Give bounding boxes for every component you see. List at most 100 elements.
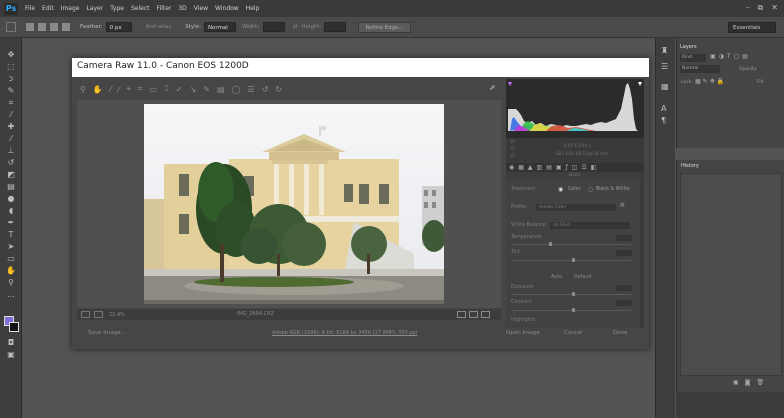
profile-select[interactable]: Adobe Color [536,204,616,211]
background-color-swatch[interactable] [9,322,19,332]
adjustments-panel-icon[interactable]: ▦ [661,82,669,91]
lock-icons[interactable]: ▦✎✥🔒 [695,78,726,85]
zoom-out-icon[interactable] [81,311,90,318]
new-selection-icon[interactable] [26,23,34,31]
color-sampler-tool-icon[interactable]: ⁄ [118,85,119,94]
rotate-left-icon[interactable]: ↺ [262,85,269,94]
type-tool-icon[interactable]: T [6,230,16,239]
temperature-value[interactable] [616,235,632,241]
tab-hsl-icon[interactable]: ▥ [537,164,543,171]
contrast-value[interactable] [616,300,632,306]
dodge-tool-icon[interactable]: ◖ [6,206,16,215]
save-image-button[interactable]: Save Image... [88,330,126,336]
color-radio-icon[interactable]: ◉ [558,186,563,193]
tint-value[interactable] [616,250,632,256]
menu-file[interactable]: File [25,5,35,12]
restore-button[interactable]: ⧉ [758,3,764,13]
tab-layers[interactable]: Layers [680,44,697,50]
marquee-tool-icon[interactable]: ⬚ [6,62,16,71]
quick-mask-icon[interactable]: ◘ [6,338,16,347]
paragraph-panel-icon[interactable]: ¶ [661,116,666,125]
new-document-icon[interactable]: ▣ [733,379,739,386]
history-panel-icon[interactable]: ♜ [661,46,668,55]
tab-detail-icon[interactable]: ▲ [528,164,533,171]
tab-lens-icon[interactable]: ▣ [556,164,562,171]
before-after-icon[interactable] [457,311,466,318]
tab-calibration-icon[interactable]: ◫ [572,164,578,171]
red-eye-tool-icon[interactable]: ↘ [190,85,197,94]
style-select[interactable]: Normal [203,22,236,32]
bw-radio-icon[interactable]: ○ [588,186,593,193]
subtract-selection-icon[interactable] [50,23,58,31]
antialias-checkbox[interactable]: Anti-alias [146,24,172,30]
swap-icon[interactable]: ⇄ [293,24,298,30]
toggle-settings-icon[interactable] [481,311,490,318]
blur-tool-icon[interactable]: ● [6,194,16,203]
tab-presets-icon[interactable]: ☰ [581,164,586,171]
highlight-clipping-warning[interactable] [638,82,642,86]
open-image-button[interactable]: Open Image [506,330,540,336]
transform-tool-icon[interactable]: ⌶ [164,84,169,94]
zoom-tool-icon[interactable]: ⚲ [80,85,86,94]
quick-select-tool-icon[interactable]: ✎ [6,86,16,95]
height-input[interactable] [324,22,347,32]
menu-edit[interactable]: Edit [42,5,54,12]
menu-select[interactable]: Select [131,5,150,12]
menu-filter[interactable]: Filter [157,5,172,12]
adjustment-brush-icon[interactable]: ✎ [203,85,210,94]
screen-mode-icon[interactable]: ▣ [6,350,16,359]
preferences-icon[interactable]: ☰ [248,85,255,94]
stamp-tool-icon[interactable]: ⊥ [6,146,16,155]
zoom-level[interactable]: 22.4% [109,312,125,318]
intersect-selection-icon[interactable] [62,23,70,31]
delete-icon[interactable]: 🗑 [757,379,765,386]
straighten-tool-icon[interactable]: ▭ [150,85,158,94]
shadow-clipping-warning[interactable] [508,82,512,86]
close-button[interactable]: ✕ [771,3,778,13]
zoom-in-icon[interactable] [94,311,103,318]
brush-tool-icon[interactable]: ⁄ [6,134,16,143]
marquee-preset-icon[interactable] [6,22,16,32]
crop-tool-icon[interactable]: ⌗ [138,84,143,94]
contrast-slider[interactable] [511,308,631,312]
snapshot-icon[interactable]: ◙ [745,379,751,386]
menu-image[interactable]: Image [61,5,80,12]
layer-filter-select[interactable]: Kind [680,54,706,62]
hand-tool-icon[interactable]: ✋ [93,85,103,94]
refine-edge-button[interactable]: Refine Edge... [358,21,411,33]
tab-history[interactable]: History [681,163,699,169]
shape-tool-icon[interactable]: ▭ [6,254,16,263]
tab-split-toning-icon[interactable]: ▤ [546,164,552,171]
healing-tool-icon[interactable]: ✚ [6,122,16,131]
workflow-options-link[interactable]: Adobe RGB (1998); 8 bit; 5184 by 3456 (1… [272,330,417,336]
history-list[interactable] [680,173,782,376]
cancel-button[interactable]: Cancel [564,330,583,336]
temperature-slider[interactable] [511,242,631,246]
exposure-value[interactable] [616,285,632,291]
blend-mode-select[interactable]: Normal [680,65,720,73]
tab-snapshots-icon[interactable]: ◧ [591,164,597,171]
minimize-button[interactable]: – [746,3,750,13]
eraser-tool-icon[interactable]: ◩ [6,170,16,179]
path-select-tool-icon[interactable]: ➤ [6,242,16,251]
move-tool-icon[interactable]: ✥ [6,50,16,59]
basic-panel-scrollbar[interactable] [640,180,644,328]
eyedropper-tool-icon[interactable]: ⁄ [6,110,16,119]
hand-tool-icon[interactable]: ✋ [6,266,16,275]
properties-panel-icon[interactable]: ☰ [661,62,668,71]
width-input[interactable] [262,22,285,32]
feather-input[interactable]: 0 px [105,22,132,32]
profile-browser-icon[interactable]: ▦ [620,203,625,208]
exposure-slider[interactable] [511,292,631,296]
tab-basic-icon[interactable]: ◉ [509,164,514,171]
more-tools-icon[interactable]: … [6,290,16,299]
tab-tone-curve-icon[interactable]: ▦ [518,164,524,171]
menu-type[interactable]: Type [110,5,124,12]
pen-tool-icon[interactable]: ✒ [6,218,16,227]
radial-filter-icon[interactable]: ◯ [232,85,241,94]
done-button[interactable]: Done [613,330,627,336]
white-balance-select[interactable]: As Shot [550,222,630,229]
lasso-tool-icon[interactable]: ↄ [6,74,16,83]
swap-settings-icon[interactable] [469,311,478,318]
menu-view[interactable]: View [194,5,208,12]
